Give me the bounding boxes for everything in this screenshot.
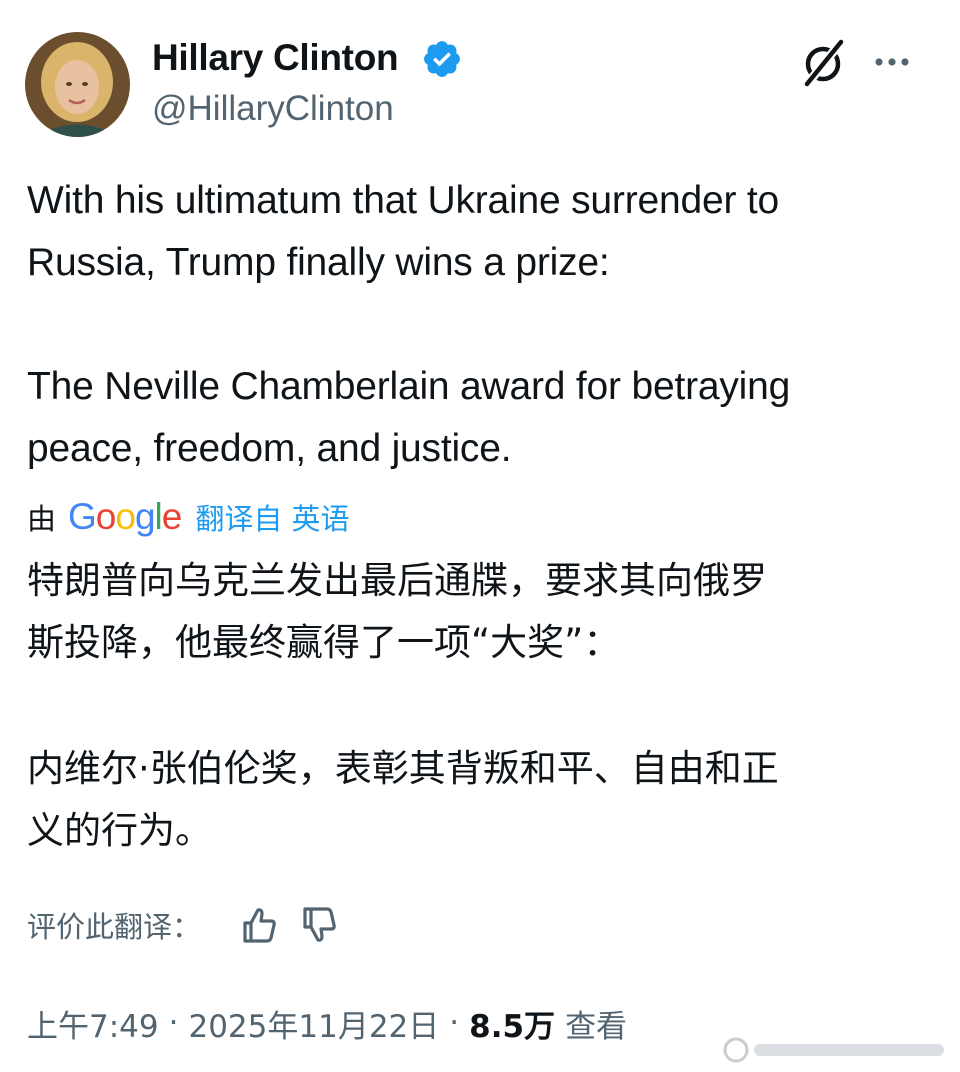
tweet-text-paragraph-1: With his ultimatum that Ukraine surrende… — [27, 170, 932, 294]
tweet-card: Hillary Clinton @HillaryClinton With his… — [0, 0, 960, 1072]
tweet-text-line: peace, freedom, and justice. — [27, 427, 512, 470]
translated-text-line: 内维尔·张伯伦奖，表彰其背叛和平、自由和正 — [27, 747, 779, 790]
more-horizontal-icon[interactable] — [866, 36, 918, 88]
translated-by-label: 由 — [27, 502, 57, 536]
translated-text-line: 特朗普向乌克兰发出最后通牒，要求其向俄罗 — [27, 559, 767, 602]
translated-text-line: 义的行为。 — [27, 809, 212, 852]
tweet-meta: 上午7:49 · 2025年11月22日 · 8.5万 查看 — [27, 998, 627, 1048]
tweet-text-line: Russia, Trump finally wins a prize: — [27, 241, 610, 284]
meta-separator: · — [168, 1005, 179, 1041]
author-handle[interactable]: @HillaryClinton — [152, 88, 394, 130]
views-count: 8.5万 — [469, 1008, 556, 1045]
translated-paragraph-1: 特朗普向乌克兰发出最后通牒，要求其向俄罗 斯投降，他最终赢得了一项“大奖”： — [27, 550, 932, 674]
translated-paragraph-2: 内维尔·张伯伦奖，表彰其背叛和平、自由和正 义的行为。 — [27, 738, 932, 862]
translated-text-line: 斯投降，他最终赢得了一项“大奖”： — [27, 621, 621, 664]
views-label[interactable]: 查看 — [565, 1001, 627, 1046]
translation-attribution: 由 Google 翻译自 英语 — [27, 492, 350, 542]
verified-badge-icon — [424, 41, 460, 77]
rate-translation-label: 评价此翻译： — [27, 910, 202, 944]
tweet-text-paragraph-2: The Neville Chamberlain award for betray… — [27, 356, 932, 480]
author-name[interactable]: Hillary Clinton — [152, 36, 399, 80]
thumbs-up-icon[interactable] — [237, 903, 281, 947]
tweet-text-line: The Neville Chamberlain award for betray… — [27, 365, 791, 408]
tweet-date[interactable]: 2025年11月22日 — [188, 1001, 439, 1046]
tweet-text-line: With his ultimatum that Ukraine surrende… — [27, 179, 779, 222]
tweet-time[interactable]: 上午7:49 — [27, 1001, 159, 1046]
thumbs-down-icon[interactable] — [297, 903, 341, 947]
meta-separator: · — [449, 1005, 460, 1041]
watermark-image — [723, 1037, 944, 1063]
grok-slash-icon[interactable] — [797, 36, 849, 88]
rate-translation: 评价此翻译： — [27, 900, 341, 950]
google-logo: Google — [68, 496, 182, 537]
avatar[interactable] — [25, 32, 130, 137]
translated-from-link[interactable]: 翻译自 英语 — [195, 496, 349, 538]
